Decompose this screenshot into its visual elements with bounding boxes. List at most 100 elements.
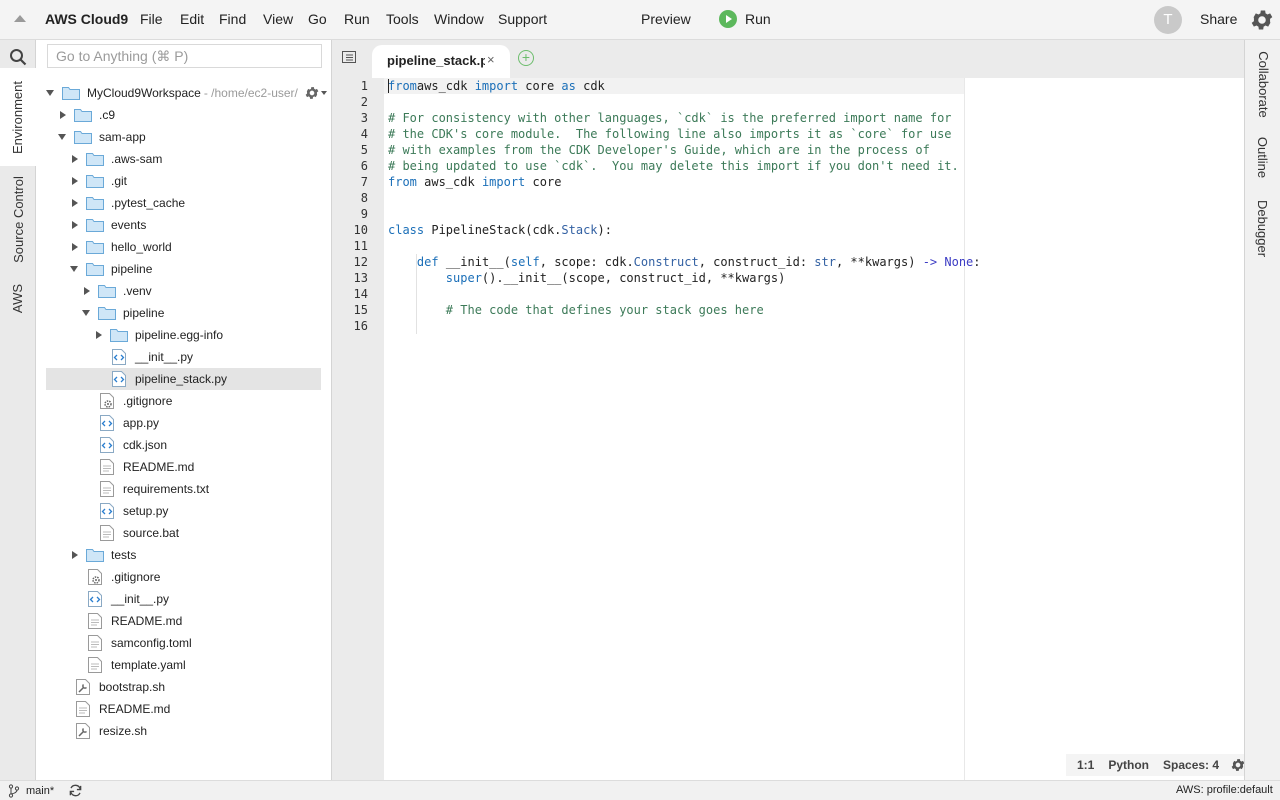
gear-icon[interactable] (304, 85, 320, 101)
tree-item-label: README.md (111, 614, 183, 628)
code-token: , construct_id: (698, 255, 815, 269)
print-margin (964, 78, 965, 780)
line-number: 6 (360, 159, 368, 173)
menu-edit[interactable]: Edit (180, 11, 204, 27)
close-icon[interactable]: × (487, 52, 495, 67)
chevron-right-icon[interactable] (70, 198, 80, 208)
config-file-icon (88, 569, 102, 585)
folder-icon (86, 219, 104, 232)
tab-aws[interactable]: AWS (0, 276, 36, 320)
menu-view[interactable]: View (263, 11, 293, 27)
tree-file[interactable]: .gitignore (46, 566, 321, 588)
collapse-menu-icon[interactable] (14, 15, 26, 22)
tree-file[interactable]: __init__.py (46, 588, 321, 610)
chevron-down-icon[interactable] (58, 132, 68, 142)
tab-list-icon[interactable] (342, 51, 356, 63)
tree-file[interactable]: setup.py (46, 500, 321, 522)
tree-file[interactable]: template.yaml (46, 654, 321, 676)
tree-file[interactable]: bootstrap.sh (46, 676, 321, 698)
chevron-down-icon[interactable] (70, 264, 80, 274)
code-token: as (561, 79, 576, 93)
code-area[interactable]: fromaws_cdk import core as cdk # For cons… (384, 78, 1244, 780)
aws-profile[interactable]: AWS: profile:default (1176, 784, 1273, 796)
menu-tools[interactable]: Tools (386, 11, 419, 27)
share-button[interactable]: Share (1200, 11, 1237, 27)
tree-file[interactable]: samconfig.toml (46, 632, 321, 654)
tree-folder[interactable]: .git (46, 170, 321, 192)
code-editor[interactable]: 1 2 3 4 5 6 7 8 9 10 11 12 13 14 15 16 fromaws_cdk impo… (332, 78, 1244, 780)
folder-icon (86, 241, 104, 254)
folder-icon (86, 197, 104, 210)
search-icon[interactable] (9, 48, 27, 66)
avatar[interactable]: T (1154, 6, 1182, 34)
menu-run[interactable]: Run (344, 11, 370, 27)
tree-folder[interactable]: events (46, 214, 321, 236)
code-token: Construct (633, 255, 699, 269)
git-branch[interactable]: main* (26, 785, 54, 797)
chevron-right-icon[interactable] (94, 330, 104, 340)
tree-file[interactable]: __init__.py (46, 346, 321, 368)
tab-environment[interactable]: Environment (0, 68, 36, 166)
tree-folder[interactable]: .c9 (46, 104, 321, 126)
tab-collaborate[interactable]: Collaborate (1245, 46, 1280, 122)
tree-file[interactable]: .gitignore (46, 390, 321, 412)
code-file-icon (100, 503, 114, 519)
menu-go[interactable]: Go (308, 11, 327, 27)
chevron-right-icon[interactable] (82, 286, 92, 296)
chevron-right-icon[interactable] (70, 242, 80, 252)
folder-icon (86, 549, 104, 562)
chevron-right-icon[interactable] (70, 176, 80, 186)
chevron-right-icon[interactable] (70, 154, 80, 164)
tree-folder[interactable]: pipeline (46, 302, 321, 324)
play-icon (719, 10, 737, 28)
language-mode[interactable]: Python (1108, 758, 1149, 772)
line-number: 12 (353, 255, 368, 269)
tree-file[interactable]: README.md (46, 610, 321, 632)
tree-folder[interactable]: hello_world (46, 236, 321, 258)
go-to-anything-input[interactable] (47, 44, 322, 68)
code-token: import (481, 175, 526, 189)
tree-file[interactable]: resize.sh (46, 720, 321, 742)
tab-debugger[interactable]: Debugger (1245, 196, 1280, 260)
caret-down-icon[interactable] (321, 91, 327, 95)
chevron-right-icon[interactable] (70, 220, 80, 230)
tree-folder[interactable]: sam-app (46, 126, 321, 148)
tab-outline[interactable]: Outline (1245, 132, 1280, 182)
indent-setting[interactable]: Spaces: 4 (1163, 758, 1219, 772)
preview-button[interactable]: Preview (641, 11, 691, 27)
brand-menu[interactable]: AWS Cloud9 (45, 11, 128, 27)
gear-icon[interactable] (1249, 7, 1275, 33)
menu-file[interactable]: File (140, 11, 163, 27)
add-tab-icon[interactable]: + (518, 50, 534, 66)
tree-file[interactable]: source.bat (46, 522, 321, 544)
tree-file[interactable]: app.py (46, 412, 321, 434)
tree-folder[interactable]: .venv (46, 280, 321, 302)
tree-file[interactable]: cdk.json (46, 434, 321, 456)
tree-file[interactable]: requirements.txt (46, 478, 321, 500)
git-branch-icon (8, 784, 20, 798)
tree-folder[interactable]: .aws-sam (46, 148, 321, 170)
run-button[interactable]: Run (719, 9, 771, 29)
folder-icon (86, 175, 104, 188)
cursor-position[interactable]: 1:1 (1077, 758, 1094, 772)
tree-folder[interactable]: pipeline.egg-info (46, 324, 321, 346)
tree-file[interactable]: README.md (46, 698, 321, 720)
editor-status: 1:1 Python Spaces: 4 (1066, 754, 1251, 776)
chevron-down-icon[interactable] (82, 308, 92, 318)
tree-file[interactable]: pipeline_stack.py (46, 368, 321, 390)
sync-icon[interactable] (68, 783, 83, 798)
chevron-down-icon[interactable] (46, 88, 56, 98)
tab-source-control[interactable]: Source Control (0, 168, 36, 270)
workspace-root[interactable]: MyCloud9Workspace - /home/ec2-user/ (46, 82, 327, 104)
chevron-right-icon[interactable] (70, 550, 80, 560)
tree-folder[interactable]: tests (46, 544, 321, 566)
tree-folder[interactable]: .pytest_cache (46, 192, 321, 214)
chevron-right-icon[interactable] (58, 110, 68, 120)
tree-item-label: __init__.py (135, 350, 194, 364)
menu-support[interactable]: Support (498, 11, 547, 27)
menu-window[interactable]: Window (434, 11, 484, 27)
tree-folder[interactable]: pipeline (46, 258, 321, 280)
menu-find[interactable]: Find (219, 11, 246, 27)
tab-pipeline-stack[interactable]: pipeline_stack.py × (372, 45, 510, 78)
tree-file[interactable]: README.md (46, 456, 321, 478)
